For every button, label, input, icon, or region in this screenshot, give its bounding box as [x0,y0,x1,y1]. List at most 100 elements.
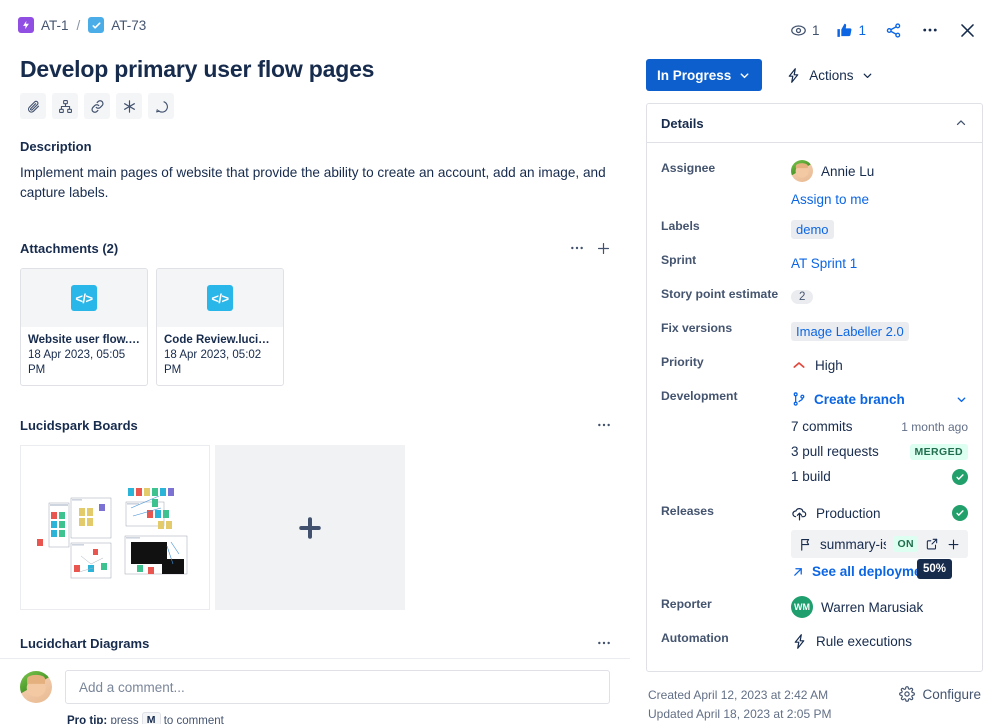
attachments-add-icon[interactable] [595,240,612,257]
priority-high-icon [791,357,807,373]
lucidspark-board-thumbnail[interactable] [20,445,210,610]
chevron-down-icon[interactable] [955,393,968,406]
more-options-button[interactable] [914,14,946,46]
field-label: Automation [661,624,791,645]
watch-count: 1 [812,23,820,38]
priority-value[interactable]: High [791,350,968,380]
updated-timestamp: Updated April 18, 2023 at 2:05 PM [648,705,831,724]
reporter-value[interactable]: WM Warren Marusiak [791,592,968,622]
details-panel-body: Assignee Annie Lu Assign to me Labels de… [647,143,982,671]
field-label: Development [661,382,791,403]
attachment-card[interactable]: </> Code Review.lucidspark 18 Apr 2023, … [156,268,284,386]
plus-icon[interactable] [946,537,961,552]
top-bar: AT-1 / AT-73 1 1 [0,0,999,48]
attach-button[interactable] [20,93,46,119]
sprint-link[interactable]: AT Sprint 1 [791,256,857,271]
fix-version-tag[interactable]: Image Labeller 2.0 [791,322,909,341]
attachment-card[interactable]: </> Website user flow.lucid 18 Apr 2023,… [20,268,148,386]
story-point-value[interactable]: 2 [791,290,813,304]
details-panel-header[interactable]: Details [647,104,982,143]
like-button[interactable]: 1 [830,14,872,46]
feature-flag-name: summary-issue-fix [820,537,886,552]
watch-button[interactable]: 1 [784,14,826,46]
share-button[interactable] [877,14,909,46]
lucidchart-diagrams-header: Lucidchart Diagrams [20,632,612,654]
child-issue-button[interactable] [52,93,78,119]
field-label: Story point estimate [661,280,791,301]
create-branch-row[interactable]: Create branch [791,384,968,414]
pro-tip-press: press [110,715,138,724]
lucidchart-more-icon[interactable] [596,635,612,651]
see-all-deployments-row[interactable]: See all deployments 50% [791,564,968,579]
attachments-label: Attachments (2) [20,241,118,256]
breadcrumb-issue-link[interactable]: AT-73 [111,18,146,33]
assign-to-me-link[interactable]: Assign to me [791,192,869,207]
epic-icon [18,17,34,33]
attachment-date: 18 Apr 2023, 05:05 PM [28,348,140,378]
issue-main-content: Develop primary user flow pages [0,48,630,724]
external-link-icon[interactable] [925,537,939,551]
lucidchart-diagrams-label: Lucidchart Diagrams [20,636,149,651]
field-priority: Priority High [661,348,968,382]
status-badge: MERGED [910,444,969,460]
created-timestamp: Created April 12, 2023 at 2:42 AM [648,686,831,705]
attach-icon [26,99,41,114]
comment-input[interactable] [65,670,610,704]
lucidspark-boards-label: Lucidspark Boards [20,418,138,433]
field-label: Assignee [661,154,791,175]
add-lucidspark-board-button[interactable] [215,445,405,610]
assignee-value[interactable]: Annie Lu [791,156,968,186]
field-sprint: Sprint AT Sprint 1 [661,246,968,280]
attachments-more-icon[interactable] [569,240,585,256]
actions-dropdown-button[interactable]: Actions [779,59,879,91]
link-icon [90,99,105,114]
loom-button[interactable] [148,93,174,119]
flag-icon [798,537,813,552]
comment-bar: Pro tip: press M to comment [0,658,630,724]
builds-label: 1 build [791,469,831,484]
field-reporter: Reporter WM Warren Marusiak [661,590,968,624]
share-icon [885,22,902,39]
close-button[interactable] [951,14,983,46]
sidebar-footer: Created April 12, 2023 at 2:42 AM Update… [646,686,983,724]
arrow-up-right-icon [791,565,805,579]
check-circle-icon [952,469,968,485]
commits-row[interactable]: 7 commits 1 month ago [791,414,968,439]
cloud-upload-icon [791,505,808,522]
pull-requests-row[interactable]: 3 pull requests MERGED [791,439,968,464]
configure-button[interactable]: Configure [899,686,981,702]
field-fix-versions: Fix versions Image Labeller 2.0 [661,314,968,348]
link-issue-button[interactable] [84,93,110,119]
status-label: In Progress [657,68,731,83]
commits-time: 1 month ago [901,420,968,434]
create-branch-link[interactable]: Create branch [814,392,905,407]
production-row[interactable]: Production [791,499,968,527]
thumbs-up-icon [836,22,853,39]
pro-tip-suffix: to comment [164,715,224,724]
avatar: WM [791,596,813,618]
field-label: Sprint [661,246,791,267]
status-dropdown-button[interactable]: In Progress [646,59,762,91]
avatar [20,671,52,703]
page-title: Develop primary user flow pages [20,55,612,83]
feature-flag-state-badge: ON [893,536,918,552]
automation-bolt-icon [791,633,808,650]
details-panel: Details Assignee Annie Lu Assign to me [646,103,983,672]
configure-label: Configure [922,687,981,702]
feature-flag-row[interactable]: summary-issue-fix ON [791,530,968,558]
breadcrumb-epic-link[interactable]: AT-1 [41,18,69,33]
pro-tip-key: M [142,712,161,724]
label-tag[interactable]: demo [791,220,834,239]
chevron-up-icon[interactable] [954,116,968,130]
field-assignee: Assignee Annie Lu Assign to me [661,154,968,212]
breadcrumb-separator: / [76,18,82,33]
plus-icon [295,513,325,543]
lucidspark-more-icon[interactable] [596,417,612,433]
field-label: Reporter [661,590,791,611]
builds-row[interactable]: 1 build [791,464,968,489]
actions-label: Actions [809,68,853,83]
automation-value[interactable]: Rule executions [791,626,968,656]
quick-actions-bar [20,93,612,119]
like-count: 1 [858,23,866,38]
apps-button[interactable] [116,93,142,119]
